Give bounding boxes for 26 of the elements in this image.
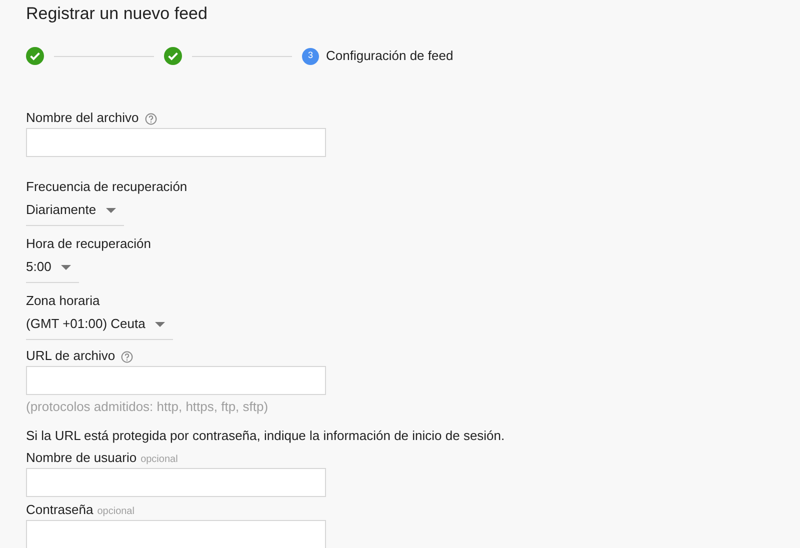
- help-icon[interactable]: [144, 113, 157, 125]
- page-title: Registrar un nuevo feed: [26, 4, 208, 24]
- dropdown[interactable]: Diariamente: [26, 199, 124, 226]
- field-label: Hora de recuperación: [26, 236, 152, 252]
- field-label: Nombre de usuario: [26, 449, 137, 468]
- field-label: Contraseña: [26, 501, 94, 520]
- dropdown[interactable]: (GMT +01:00) Ceuta: [26, 313, 174, 340]
- dropdown[interactable]: 5:00: [26, 256, 80, 283]
- info-text: Si la URL está protegida por contraseña, indique la información de inicio de sesión.: [26, 426, 505, 445]
- optional-label: opcional: [140, 452, 178, 466]
- text-field[interactable]: [26, 366, 326, 395]
- field-label: Frecuencia de recuperación: [26, 179, 188, 195]
- caret-icon: [155, 322, 166, 326]
- field-label: Nombre del archivo: [26, 109, 139, 128]
- field-label: URL de archivo: [26, 347, 116, 366]
- help-icon[interactable]: [121, 351, 134, 363]
- text-field[interactable]: [26, 520, 326, 548]
- text-field[interactable]: [26, 468, 326, 497]
- text-field[interactable]: [26, 128, 326, 157]
- caret-icon: [106, 208, 116, 212]
- field-label: Zona horaria: [26, 293, 100, 309]
- step-number: 3: [302, 48, 319, 64]
- caret-icon: [61, 264, 72, 270]
- optional-label: opcional: [97, 504, 134, 518]
- hint-text: (protocolos admitidos: http, https, ftp, sftp): [26, 398, 268, 416]
- step-label: Configuración de feed: [326, 47, 454, 66]
